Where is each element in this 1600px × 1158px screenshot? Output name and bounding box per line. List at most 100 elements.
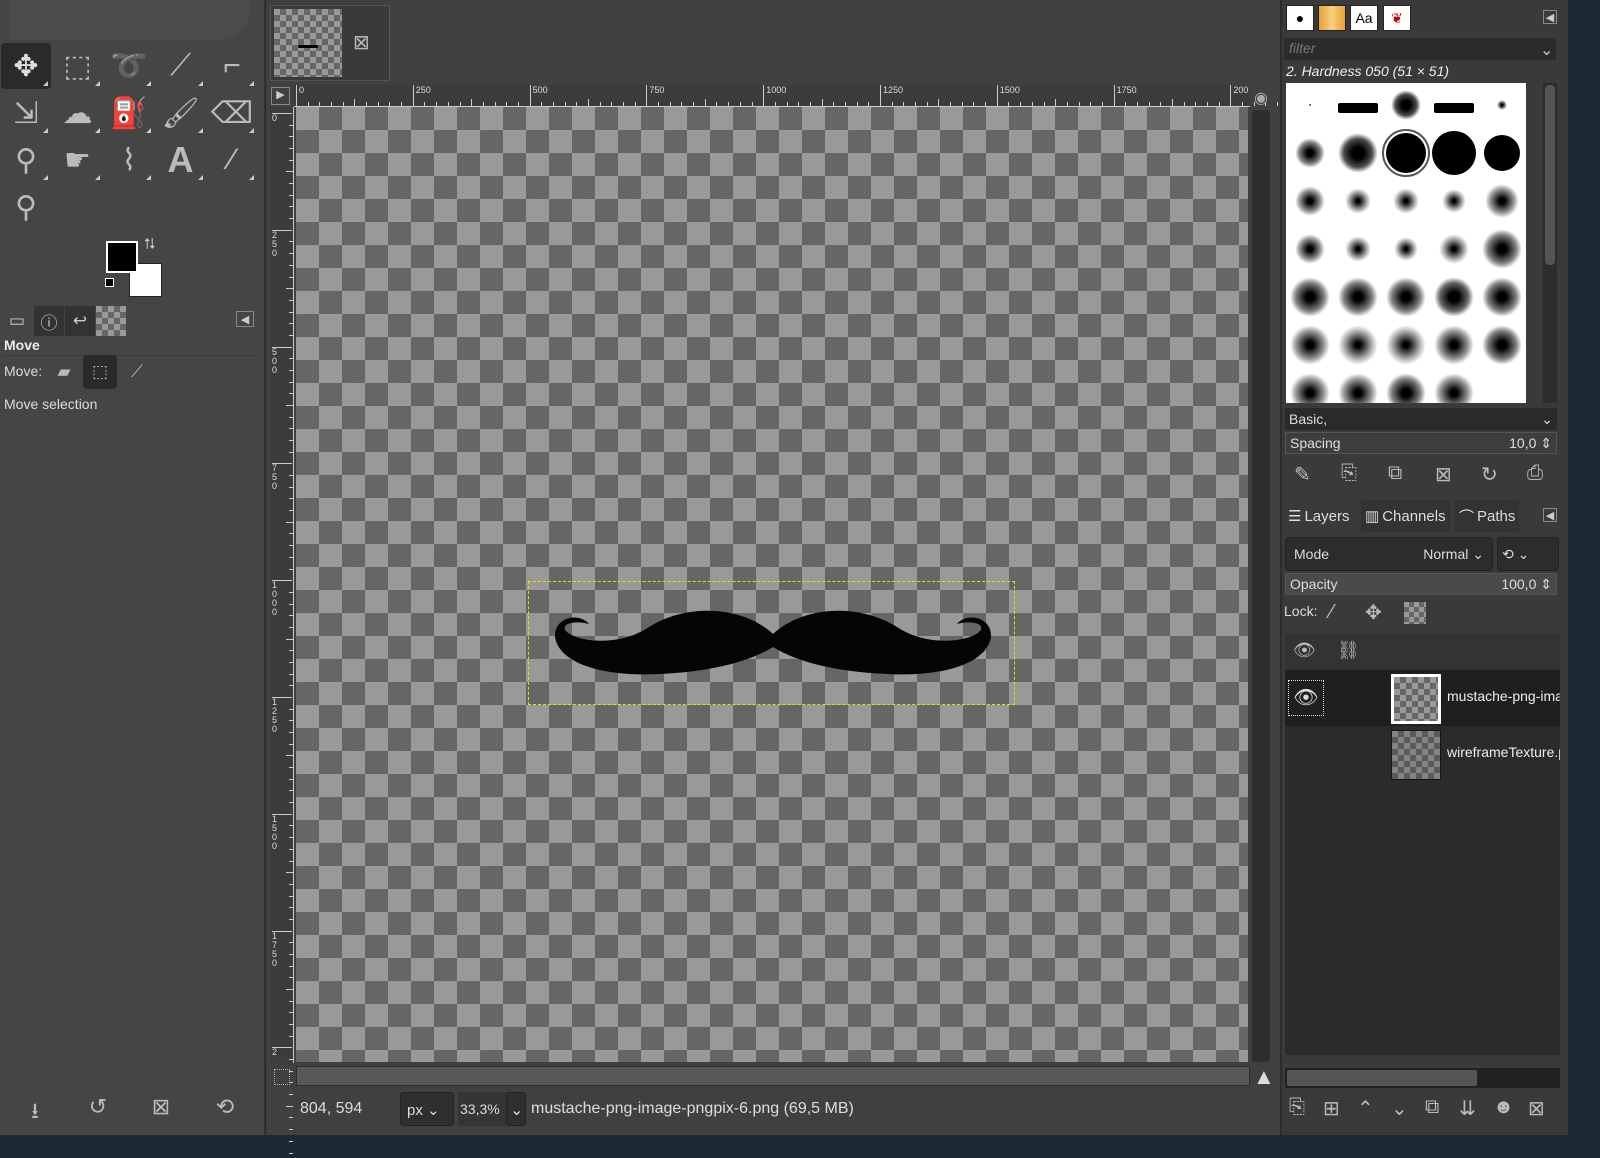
- brush-preset[interactable]: [1434, 373, 1474, 403]
- device-status-tab-icon[interactable]: ⓘ: [34, 306, 64, 336]
- merge-layer-icon[interactable]: ⇊: [1459, 1096, 1476, 1121]
- lower-layer-icon[interactable]: ⌄: [1391, 1096, 1408, 1121]
- brush-preset[interactable]: [1434, 103, 1474, 113]
- edit-brush-icon[interactable]: ✎: [1294, 462, 1311, 487]
- unit-select[interactable]: px ⌄: [400, 1092, 454, 1126]
- brush-preset[interactable]: [1485, 184, 1519, 218]
- brush-preset[interactable]: [1290, 325, 1330, 365]
- duplicate-layer-icon[interactable]: ⧉: [1425, 1096, 1439, 1119]
- vertical-scrollbar[interactable]: [1252, 110, 1270, 1062]
- default-colors-icon[interactable]: [105, 278, 114, 287]
- brush-preset[interactable]: [1482, 229, 1522, 269]
- layer-row[interactable]: wireframeTexture.png: [1285, 726, 1560, 782]
- move-selection-icon[interactable]: ⬚: [83, 355, 117, 389]
- configure-brushes-icon[interactable]: ◀: [1543, 10, 1557, 24]
- bucket-fill-tool[interactable]: ⛽: [104, 90, 154, 136]
- color-picker-tool[interactable]: ⁄: [207, 137, 257, 183]
- transform-tool[interactable]: ⇲: [1, 90, 51, 136]
- opacity-slider[interactable]: Opacity 100,0 ⇕: [1285, 573, 1557, 595]
- close-tab-icon[interactable]: ⊠: [353, 30, 370, 55]
- restore-options-icon[interactable]: ↺: [83, 1094, 113, 1120]
- move-path-icon[interactable]: ⟋: [120, 355, 154, 389]
- zoom-field[interactable]: 33,3%: [458, 1092, 506, 1126]
- zoom-tool[interactable]: ⚲: [1, 184, 51, 230]
- zoom-dropdown-icon[interactable]: ⌄: [506, 1092, 526, 1126]
- lock-pixels-icon[interactable]: ⁄: [1330, 601, 1333, 624]
- text-tool[interactable]: A: [156, 137, 206, 183]
- brush-preset[interactable]: [1290, 277, 1330, 317]
- rect-select-tool[interactable]: ⬚: [53, 43, 103, 89]
- brush-preset[interactable]: [1295, 234, 1325, 264]
- tab-channels[interactable]: ▥ Channels: [1361, 500, 1450, 532]
- new-layer-group-icon[interactable]: ⊞: [1323, 1096, 1340, 1121]
- brush-preset[interactable]: [1338, 133, 1378, 173]
- composite-mode-button[interactable]: ⟲ ⌄: [1497, 537, 1559, 571]
- fonts-tab-icon[interactable]: Aa: [1350, 5, 1378, 31]
- brush-preset[interactable]: [1432, 131, 1476, 175]
- brush-preset[interactable]: [1482, 277, 1522, 317]
- move-layer-icon[interactable]: ▰: [47, 355, 81, 389]
- eye-icon[interactable]: 👁: [1288, 680, 1324, 716]
- brush-preset[interactable]: [1386, 373, 1426, 403]
- brush-preset[interactable]: [1482, 325, 1522, 365]
- brush-preset[interactable]: [1439, 234, 1469, 264]
- new-layer-icon[interactable]: ⎘: [1289, 1096, 1305, 1119]
- dynamics-tab-icon[interactable]: ❦: [1383, 5, 1411, 31]
- brush-preset[interactable]: [1386, 325, 1426, 365]
- layers-scrollbar[interactable]: [1285, 1068, 1560, 1088]
- tool-options-tab-icon[interactable]: ▭: [2, 306, 32, 336]
- brushes-tab-icon[interactable]: ●: [1286, 5, 1314, 31]
- brush-preset[interactable]: [1442, 189, 1466, 213]
- brush-preset[interactable]: [1338, 277, 1378, 317]
- brush-preset[interactable]: [1434, 325, 1474, 365]
- brush-scrollbar[interactable]: [1543, 83, 1557, 403]
- brush-preset[interactable]: [1391, 90, 1421, 120]
- delete-layer-icon[interactable]: ⊠: [1528, 1096, 1545, 1121]
- tab-layers[interactable]: ☰ Layers: [1284, 500, 1354, 532]
- free-select-tool[interactable]: ➰: [104, 43, 154, 89]
- zoom-image-icon[interactable]: ◉: [1254, 88, 1268, 108]
- save-options-icon[interactable]: ⭳: [20, 1094, 50, 1132]
- navigation-arrow-icon[interactable]: ▲: [1253, 1064, 1275, 1090]
- brush-preset[interactable]: [1386, 277, 1426, 317]
- brush-preset[interactable]: [1338, 325, 1378, 365]
- filter-dropdown-icon[interactable]: ⌄: [1540, 40, 1553, 60]
- lock-position-icon[interactable]: ✥: [1365, 600, 1382, 625]
- delete-options-icon[interactable]: ⊠: [146, 1094, 176, 1120]
- warp-tool[interactable]: ☁: [53, 90, 103, 136]
- brush-tag-select[interactable]: Basic, ⌄: [1285, 408, 1557, 430]
- patterns-tab-icon[interactable]: [1318, 5, 1346, 31]
- configure-tab-icon[interactable]: ◀: [236, 311, 254, 327]
- brush-grid[interactable]: [1286, 83, 1526, 403]
- undo-history-tab-icon[interactable]: ↩: [65, 306, 95, 336]
- open-brush-as-image-icon[interactable]: ⎙: [1527, 462, 1543, 485]
- quick-mask-menu-icon[interactable]: ▶: [271, 87, 290, 105]
- fuzzy-select-tool[interactable]: ⟋: [156, 43, 206, 89]
- crop-tool[interactable]: ⌐: [207, 43, 257, 89]
- brush-preset[interactable]: [1394, 237, 1418, 261]
- tab-paths[interactable]: ⌒ Paths: [1455, 500, 1520, 532]
- brush-preset[interactable]: [1382, 129, 1430, 177]
- refresh-brushes-icon[interactable]: ↻: [1481, 462, 1498, 487]
- clone-tool[interactable]: ⚲: [1, 137, 51, 183]
- brush-preset[interactable]: [1338, 103, 1378, 113]
- paintbrush-tool[interactable]: 🖌: [156, 90, 206, 136]
- swap-colors-icon[interactable]: ⮁: [143, 236, 155, 253]
- paths-tool[interactable]: ⌇: [104, 137, 154, 183]
- brush-preset[interactable]: [1345, 188, 1371, 214]
- brush-preset[interactable]: [1338, 373, 1378, 403]
- reset-options-icon[interactable]: ⟲: [210, 1094, 240, 1120]
- layer-mode-select[interactable]: Mode Normal ⌄: [1285, 537, 1493, 571]
- horizontal-scrollbar[interactable]: [296, 1066, 1250, 1086]
- images-tab-icon[interactable]: [96, 306, 126, 336]
- move-tool[interactable]: ✥: [1, 43, 51, 89]
- brush-preset[interactable]: [1484, 135, 1520, 171]
- eraser-tool[interactable]: ⌫: [207, 90, 257, 136]
- layer-row[interactable]: 👁 mustache-png-image-pngpix-6.png: [1285, 670, 1560, 726]
- lock-alpha-icon[interactable]: [1404, 602, 1426, 624]
- navigate-icon[interactable]: [274, 1069, 290, 1085]
- configure-layers-icon[interactable]: ◀: [1543, 508, 1557, 522]
- brush-preset[interactable]: [1290, 373, 1330, 403]
- brush-preset[interactable]: [1309, 104, 1311, 106]
- brush-preset[interactable]: [1434, 277, 1474, 317]
